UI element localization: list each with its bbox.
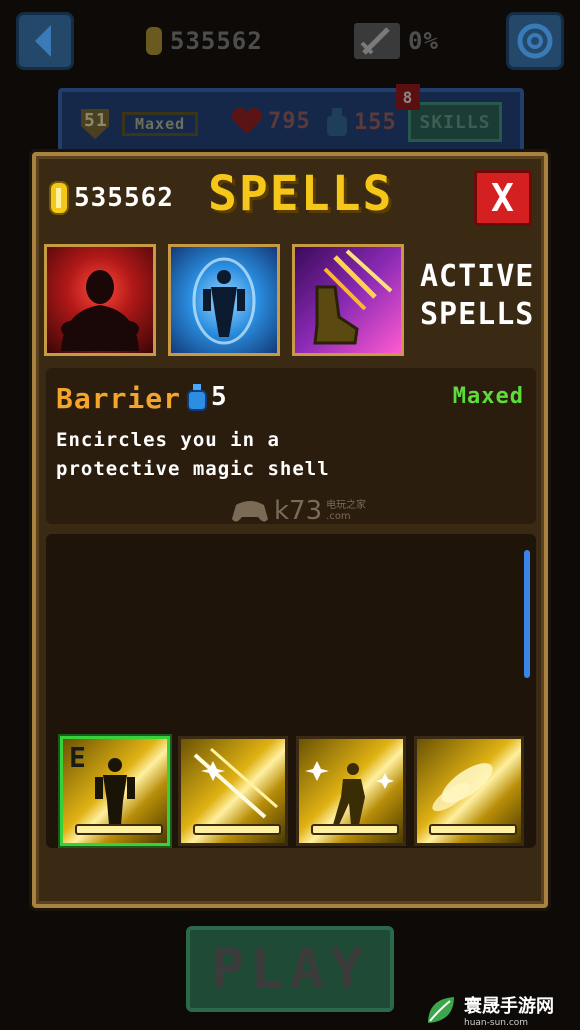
gold-coin-icon	[49, 181, 69, 215]
active-label-line1: ACTIVE	[420, 259, 535, 294]
back-button[interactable]	[16, 12, 74, 70]
sword-icon	[354, 23, 400, 59]
play-label: PLAY	[210, 936, 370, 1002]
settings-button[interactable]	[506, 12, 564, 70]
spell-level-bar	[429, 824, 517, 835]
k73-subtitle: 电玩之家	[326, 500, 367, 511]
brand-url: huan-sun.com	[464, 1018, 529, 1028]
gamepad-icon	[232, 501, 268, 522]
gold-coin-icon	[146, 27, 162, 55]
barrier-spell-icon	[192, 257, 256, 345]
k73-domain: .com	[326, 511, 351, 522]
brand-watermark: 寰晟手游网 huan-sun.com	[424, 990, 580, 1030]
level-value: 51	[84, 110, 108, 131]
skills-label: SKILLS	[419, 111, 491, 133]
spell-name: Barrier	[56, 382, 182, 415]
progress-value: 0%	[408, 27, 439, 55]
spell-cost-value: 5	[211, 382, 228, 412]
spells-dialog: 535562 SPELLS X ACTIVE SPELLS Barrier 5 …	[32, 152, 548, 908]
k73-site: k73	[274, 496, 323, 526]
active-label-line2: SPELLS	[420, 297, 535, 332]
skills-button[interactable]: SKILLS	[408, 102, 502, 142]
spell-card-sparkle[interactable]	[296, 736, 406, 846]
dialog-coin-count: 535562	[74, 183, 174, 213]
health-value: 795	[268, 108, 311, 134]
close-icon: X	[491, 176, 515, 220]
mana-value: 155	[354, 109, 397, 135]
rage-spell-icon	[61, 270, 139, 351]
active-spells-label: ACTIVE SPELLS	[420, 258, 535, 334]
heart-icon	[231, 107, 263, 134]
spell-level-bar	[193, 824, 281, 835]
level-status: Maxed	[122, 112, 199, 136]
skills-badge: 8	[396, 84, 420, 110]
k73-watermark: k73 电玩之家 .com	[230, 496, 366, 526]
hero-stats-panel: 51 Maxed 795 155 SKILLS 8	[58, 84, 524, 156]
spell-card-burst[interactable]	[414, 736, 524, 846]
active-spell-dash[interactable]	[292, 244, 404, 356]
gear-icon	[517, 23, 553, 59]
brand-name: 寰晟手游网	[464, 996, 554, 1017]
spell-status: Maxed	[452, 384, 524, 409]
active-spell-rage[interactable]	[44, 244, 156, 356]
scrollbar[interactable]	[524, 550, 530, 678]
spell-card-barrier[interactable]: E	[60, 736, 170, 846]
health-stat: 795	[230, 106, 311, 136]
play-button[interactable]: PLAY	[186, 926, 394, 1012]
potion-icon	[327, 108, 347, 136]
spell-info-panel: Barrier 5 Maxed Encircles you in a prote…	[46, 368, 536, 526]
coin-count: 535562	[170, 27, 263, 55]
mana-stat: 155	[324, 106, 397, 138]
leaf-logo-icon	[428, 997, 454, 1023]
dash-spell-icon	[313, 249, 393, 345]
dialog-coin-counter: 535562	[48, 180, 174, 216]
spell-list-panel[interactable]: E	[46, 534, 536, 848]
spell-level-bar	[75, 824, 163, 835]
spell-cost: 5	[186, 382, 228, 412]
skills-badge-count: 8	[402, 87, 414, 107]
active-spell-barrier[interactable]	[168, 244, 280, 356]
coin-counter: 535562	[144, 24, 263, 58]
level-stat: 51 Maxed	[78, 106, 199, 142]
spell-card-slash[interactable]	[178, 736, 288, 846]
progress-counter: 0%	[352, 23, 439, 59]
spell-description: Encircles you in a protective magic shel…	[56, 429, 330, 480]
close-button[interactable]: X	[474, 170, 532, 226]
back-arrow-icon	[35, 25, 51, 57]
potion-icon	[187, 384, 207, 411]
spell-level-bar	[311, 824, 399, 835]
dialog-title: SPELLS	[208, 166, 394, 222]
